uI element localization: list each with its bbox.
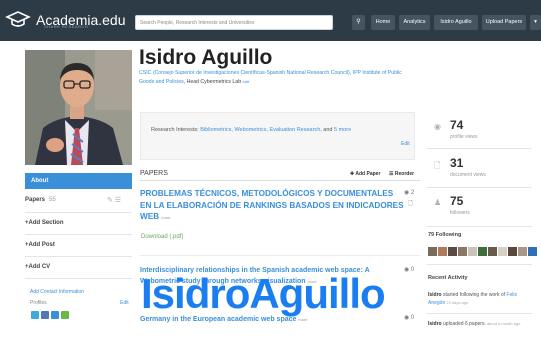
papers-count: 55 bbox=[49, 197, 56, 203]
interests-label: Research Interests: bbox=[151, 127, 199, 133]
document-views-count: 31 bbox=[450, 156, 464, 170]
avatar[interactable] bbox=[468, 247, 477, 256]
paper-title[interactable]: PROBLEMAS TÉCNICOS, METODOLÓGICOS Y DOCU… bbox=[140, 188, 405, 224]
avatar[interactable] bbox=[508, 247, 517, 256]
stats-divider bbox=[427, 187, 532, 188]
paper-views: ◉ 0 bbox=[404, 315, 415, 321]
upload-papers-button[interactable]: Upload Papers bbox=[482, 15, 526, 30]
activity-item: Isidro uploaded 6 papers. about a month … bbox=[428, 320, 533, 328]
sidebar-divider bbox=[25, 234, 132, 235]
website-icon[interactable] bbox=[61, 311, 69, 319]
document-icon: 🗋 bbox=[408, 201, 413, 207]
avatar[interactable] bbox=[428, 247, 437, 256]
interests-more-link[interactable]: 5 more bbox=[334, 127, 351, 133]
google-plus-icon[interactable] bbox=[51, 311, 59, 319]
avatar[interactable] bbox=[478, 247, 487, 256]
paper-views: ◉ 2 bbox=[404, 190, 415, 196]
papers-heading: PAPERS bbox=[140, 170, 168, 177]
affiliation: CSIC (Consejo Superior de Investigacione… bbox=[139, 70, 417, 86]
nav-user-button[interactable]: Isidro Aguillo bbox=[434, 15, 478, 30]
add-post-button[interactable]: +Add Post bbox=[25, 242, 132, 248]
research-interests-box: Research Interests: Bibliometrics, Webom… bbox=[140, 112, 415, 160]
profiles-edit-link[interactable]: Edit bbox=[120, 300, 129, 306]
affiliation-link[interactable]: CSIC (Consejo Superior de Investigacione… bbox=[139, 70, 402, 85]
search-icon[interactable]: ⚲ bbox=[352, 15, 365, 30]
academia-logo-icon bbox=[5, 11, 31, 27]
interests-edit-link[interactable]: Edit bbox=[401, 141, 410, 147]
papers-label: Papers bbox=[25, 197, 46, 203]
nav-home-button[interactable]: Home bbox=[371, 15, 395, 30]
papers-divider bbox=[140, 180, 420, 181]
recent-activity-heading: Recent Activity bbox=[428, 275, 468, 281]
activity-text: uploaded 6 papers. bbox=[441, 321, 486, 327]
document-icon: 🗋 bbox=[434, 161, 441, 170]
activity-text: started following the work of bbox=[441, 292, 507, 298]
add-paper-button[interactable]: ✚ Add Paper bbox=[350, 171, 380, 177]
avatar[interactable] bbox=[518, 247, 527, 256]
profile-views-label: profile views bbox=[450, 134, 478, 140]
eye-icon: ◉ bbox=[434, 122, 441, 131]
name-overlay-text: IsidroAguillo bbox=[141, 270, 386, 317]
papers-edit-icon[interactable]: ✎ ☰ bbox=[107, 196, 121, 204]
document-views-label: document views bbox=[450, 172, 486, 178]
about-tab[interactable]: About bbox=[25, 173, 132, 189]
activity-time: about a month ago bbox=[485, 321, 521, 326]
followers-card[interactable]: ♟ 75 followers bbox=[427, 194, 532, 229]
affiliation-role: , Head Cybermetrics Lab bbox=[183, 78, 242, 85]
document-views-card: 🗋 31 document views bbox=[427, 156, 532, 191]
stats-divider bbox=[427, 226, 532, 227]
paper-title-text[interactable]: Germany in the European academic web spa… bbox=[140, 316, 296, 323]
reorder-button[interactable]: ☰ Reorder bbox=[389, 171, 414, 177]
stats-divider bbox=[427, 313, 532, 314]
avatar[interactable] bbox=[488, 247, 497, 256]
avatar[interactable] bbox=[448, 247, 457, 256]
avatar[interactable] bbox=[458, 247, 467, 256]
avatar[interactable] bbox=[438, 247, 447, 256]
profile-photo[interactable] bbox=[25, 50, 132, 165]
followers-count: 75 bbox=[450, 194, 464, 208]
search-input[interactable] bbox=[135, 15, 333, 30]
nav-analytics-button[interactable]: Analytics bbox=[399, 15, 430, 30]
sidebar-divider bbox=[25, 256, 132, 257]
following-avatars bbox=[428, 247, 537, 256]
following-heading[interactable]: 79 Following bbox=[428, 232, 461, 238]
add-cv-button[interactable]: +Add CV bbox=[25, 264, 132, 270]
add-contact-link[interactable]: Add Contact Information bbox=[30, 289, 84, 295]
profiles-label: Profiles bbox=[30, 300, 47, 306]
menu-dropdown-icon[interactable]: ▾ bbox=[530, 15, 541, 30]
activity-user[interactable]: Isidro bbox=[428, 292, 442, 298]
sidebar-divider bbox=[25, 212, 132, 213]
avatar[interactable] bbox=[498, 247, 507, 256]
interests-list[interactable]: Bibliometrics, Webometrics, Evaluation R… bbox=[200, 127, 322, 133]
followers-label: followers bbox=[450, 210, 470, 216]
paper-more-link[interactable]: more bbox=[161, 215, 170, 220]
sidebar-divider bbox=[25, 278, 132, 279]
stats-divider bbox=[427, 264, 532, 265]
activity-item: Isidro started following the work of Fel… bbox=[428, 292, 533, 307]
stats-divider bbox=[427, 148, 532, 149]
linkedin-icon[interactable] bbox=[41, 311, 49, 319]
avatar[interactable] bbox=[528, 247, 537, 256]
download-pdf-link[interactable]: Download (.pdf) bbox=[141, 234, 183, 240]
person-icon: ♟ bbox=[434, 198, 442, 207]
activity-user[interactable]: Isidro bbox=[428, 321, 442, 327]
profile-views-count: 74 bbox=[450, 118, 464, 132]
interests-connector: and bbox=[321, 127, 335, 133]
paper-divider bbox=[140, 255, 420, 256]
top-navbar: Academia.edu SHARE RESEARCH ⚲ Home Analy… bbox=[0, 0, 541, 41]
brand-tagline: SHARE RESEARCH bbox=[44, 24, 89, 29]
affiliation-edit-link[interactable]: edit bbox=[243, 79, 249, 84]
twitter-icon[interactable] bbox=[31, 311, 39, 319]
activity-time: 23 days ago bbox=[445, 300, 469, 305]
add-section-button[interactable]: +Add Section bbox=[25, 220, 132, 226]
paper-more-link[interactable]: more bbox=[298, 317, 307, 322]
paper-title-text[interactable]: PROBLEMAS TÉCNICOS, METODOLÓGICOS Y DOCU… bbox=[140, 189, 404, 221]
profile-name: Isidro Aguillo bbox=[139, 46, 273, 69]
research-interests: Research Interests: Bibliometrics, Webom… bbox=[151, 127, 351, 133]
profile-photo-image bbox=[25, 50, 132, 165]
paper-views: ◉ 0 bbox=[404, 267, 415, 273]
